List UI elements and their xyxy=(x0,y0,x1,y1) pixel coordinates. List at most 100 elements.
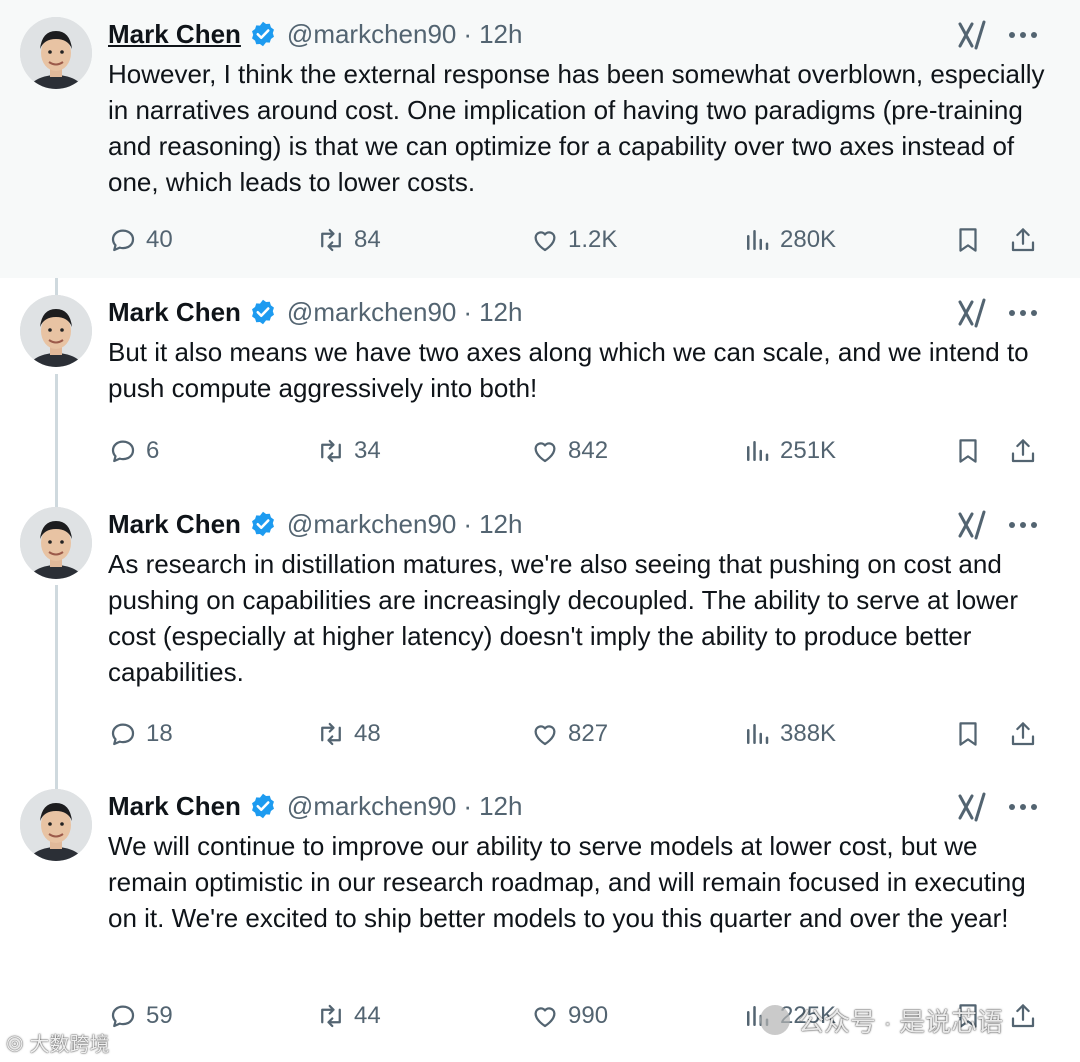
grok-icon[interactable] xyxy=(956,790,990,824)
author-name[interactable]: Mark Chen xyxy=(108,791,241,822)
avatar[interactable] xyxy=(20,789,92,861)
verified-badge-icon xyxy=(249,298,277,326)
reply-count: 40 xyxy=(146,226,173,253)
separator-dot: · xyxy=(463,790,473,821)
bookmark-button[interactable] xyxy=(953,714,983,754)
like-button[interactable]: 1.2K xyxy=(530,220,617,260)
verified-badge-icon xyxy=(249,792,277,820)
repost-icon xyxy=(321,228,341,252)
verified-badge-icon xyxy=(249,510,277,538)
like-count: 990 xyxy=(568,1002,609,1029)
author-handle[interactable]: @markchen90 xyxy=(287,297,456,328)
author-handle[interactable]: @markchen90 xyxy=(287,509,456,540)
author-handle[interactable]: @markchen90 xyxy=(287,19,456,50)
grok-icon[interactable] xyxy=(956,508,990,542)
reply-button[interactable]: 18 xyxy=(108,714,173,754)
reply-icon xyxy=(111,440,135,463)
bookmark-button[interactable] xyxy=(953,431,983,471)
watermark-logo xyxy=(760,1005,790,1035)
views-icon xyxy=(747,724,769,744)
repost-button[interactable]: 84 xyxy=(316,220,381,260)
share-button[interactable] xyxy=(1008,714,1038,754)
repost-icon xyxy=(321,1004,341,1028)
author-handle[interactable]: @markchen90 xyxy=(287,791,456,822)
reply-button[interactable]: 40 xyxy=(108,220,173,260)
tweet-text: But it also means we have two axes along… xyxy=(108,337,1029,403)
watermark-left-text: 大数跨境 xyxy=(29,1033,110,1056)
repost-icon xyxy=(321,722,341,746)
action-bar: 6 34 842 251K xyxy=(108,431,1050,471)
reply-icon xyxy=(111,229,135,252)
repost-count: 48 xyxy=(354,720,381,747)
grok-icon[interactable] xyxy=(956,18,990,52)
tweet-header: Mark Chen @markchen90 · 12h xyxy=(108,16,522,52)
view-count: 280K xyxy=(780,226,837,253)
timestamp[interactable]: 12h xyxy=(479,509,522,540)
watermark-left: ◎ 大数跨境 xyxy=(6,1026,109,1058)
repost-count: 84 xyxy=(354,226,381,253)
bookmark-icon xyxy=(959,439,977,463)
heart-icon xyxy=(534,725,556,746)
timestamp[interactable]: 12h xyxy=(479,297,522,328)
avatar[interactable] xyxy=(20,507,92,579)
action-bar: 40 84 1.2K 280K xyxy=(108,220,1050,260)
view-count: 251K xyxy=(780,437,837,464)
reply-button[interactable]: 6 xyxy=(108,431,159,471)
view-count: 388K xyxy=(780,720,837,747)
more-icon[interactable] xyxy=(1004,18,1042,52)
watermark-right: 公众号 · 是说芯语 xyxy=(760,996,1003,1044)
like-button[interactable]: 990 xyxy=(530,996,608,1036)
like-count: 1.2K xyxy=(568,226,618,253)
views-icon xyxy=(747,230,769,250)
more-icon[interactable] xyxy=(1004,296,1042,330)
bookmark-icon xyxy=(959,722,977,746)
like-count: 827 xyxy=(568,720,609,747)
watermark-right-text: 公众号 · 是说芯语 xyxy=(798,1006,1004,1037)
share-button[interactable] xyxy=(1008,996,1038,1036)
share-button[interactable] xyxy=(1008,431,1038,471)
reply-icon xyxy=(111,1005,135,1028)
heart-icon xyxy=(534,1007,556,1028)
grok-icon[interactable] xyxy=(956,296,990,330)
reply-icon xyxy=(111,723,135,746)
share-icon xyxy=(1011,439,1035,463)
repost-count: 34 xyxy=(354,437,381,464)
tweet[interactable]: Mark Chen @markchen90 · 12h As research … xyxy=(0,490,1080,772)
repost-count: 44 xyxy=(354,1002,381,1029)
heart-icon xyxy=(534,442,556,463)
bookmark-icon xyxy=(959,228,977,252)
reply-count: 18 xyxy=(146,720,173,747)
avatar[interactable] xyxy=(20,295,92,367)
repost-button[interactable]: 44 xyxy=(316,996,381,1036)
reply-button[interactable]: 59 xyxy=(108,996,173,1036)
repost-button[interactable]: 48 xyxy=(316,714,381,754)
like-button[interactable]: 827 xyxy=(530,714,608,754)
reply-count: 59 xyxy=(146,1002,173,1029)
tweet-header: Mark Chen @markchen90 · 12h xyxy=(108,788,522,824)
author-name[interactable]: Mark Chen xyxy=(108,19,241,50)
action-bar: 18 48 827 388K xyxy=(108,714,1050,754)
views-button[interactable]: 388K xyxy=(742,714,836,754)
tweet[interactable]: Mark Chen @markchen90 · 12h However, I t… xyxy=(0,0,1080,278)
tweet-header: Mark Chen @markchen90 · 12h xyxy=(108,294,522,330)
bookmark-button[interactable] xyxy=(953,220,983,260)
timestamp[interactable]: 12h xyxy=(479,791,522,822)
author-name[interactable]: Mark Chen xyxy=(108,297,241,328)
tweet[interactable]: Mark Chen @markchen90 · 12h But it also … xyxy=(0,278,1080,490)
tweet-header: Mark Chen @markchen90 · 12h xyxy=(108,506,522,542)
views-button[interactable]: 251K xyxy=(742,431,836,471)
repost-button[interactable]: 34 xyxy=(316,431,381,471)
watermark-logo: ◎ xyxy=(6,1031,24,1054)
author-name[interactable]: Mark Chen xyxy=(108,509,241,540)
like-button[interactable]: 842 xyxy=(530,431,608,471)
timestamp[interactable]: 12h xyxy=(479,19,522,50)
views-icon xyxy=(747,441,769,461)
share-icon xyxy=(1011,228,1035,252)
more-icon[interactable] xyxy=(1004,508,1042,542)
avatar[interactable] xyxy=(20,17,92,89)
share-button[interactable] xyxy=(1008,220,1038,260)
views-button[interactable]: 280K xyxy=(742,220,836,260)
reply-count: 6 xyxy=(146,437,160,464)
separator-dot: · xyxy=(463,508,473,539)
more-icon[interactable] xyxy=(1004,790,1042,824)
